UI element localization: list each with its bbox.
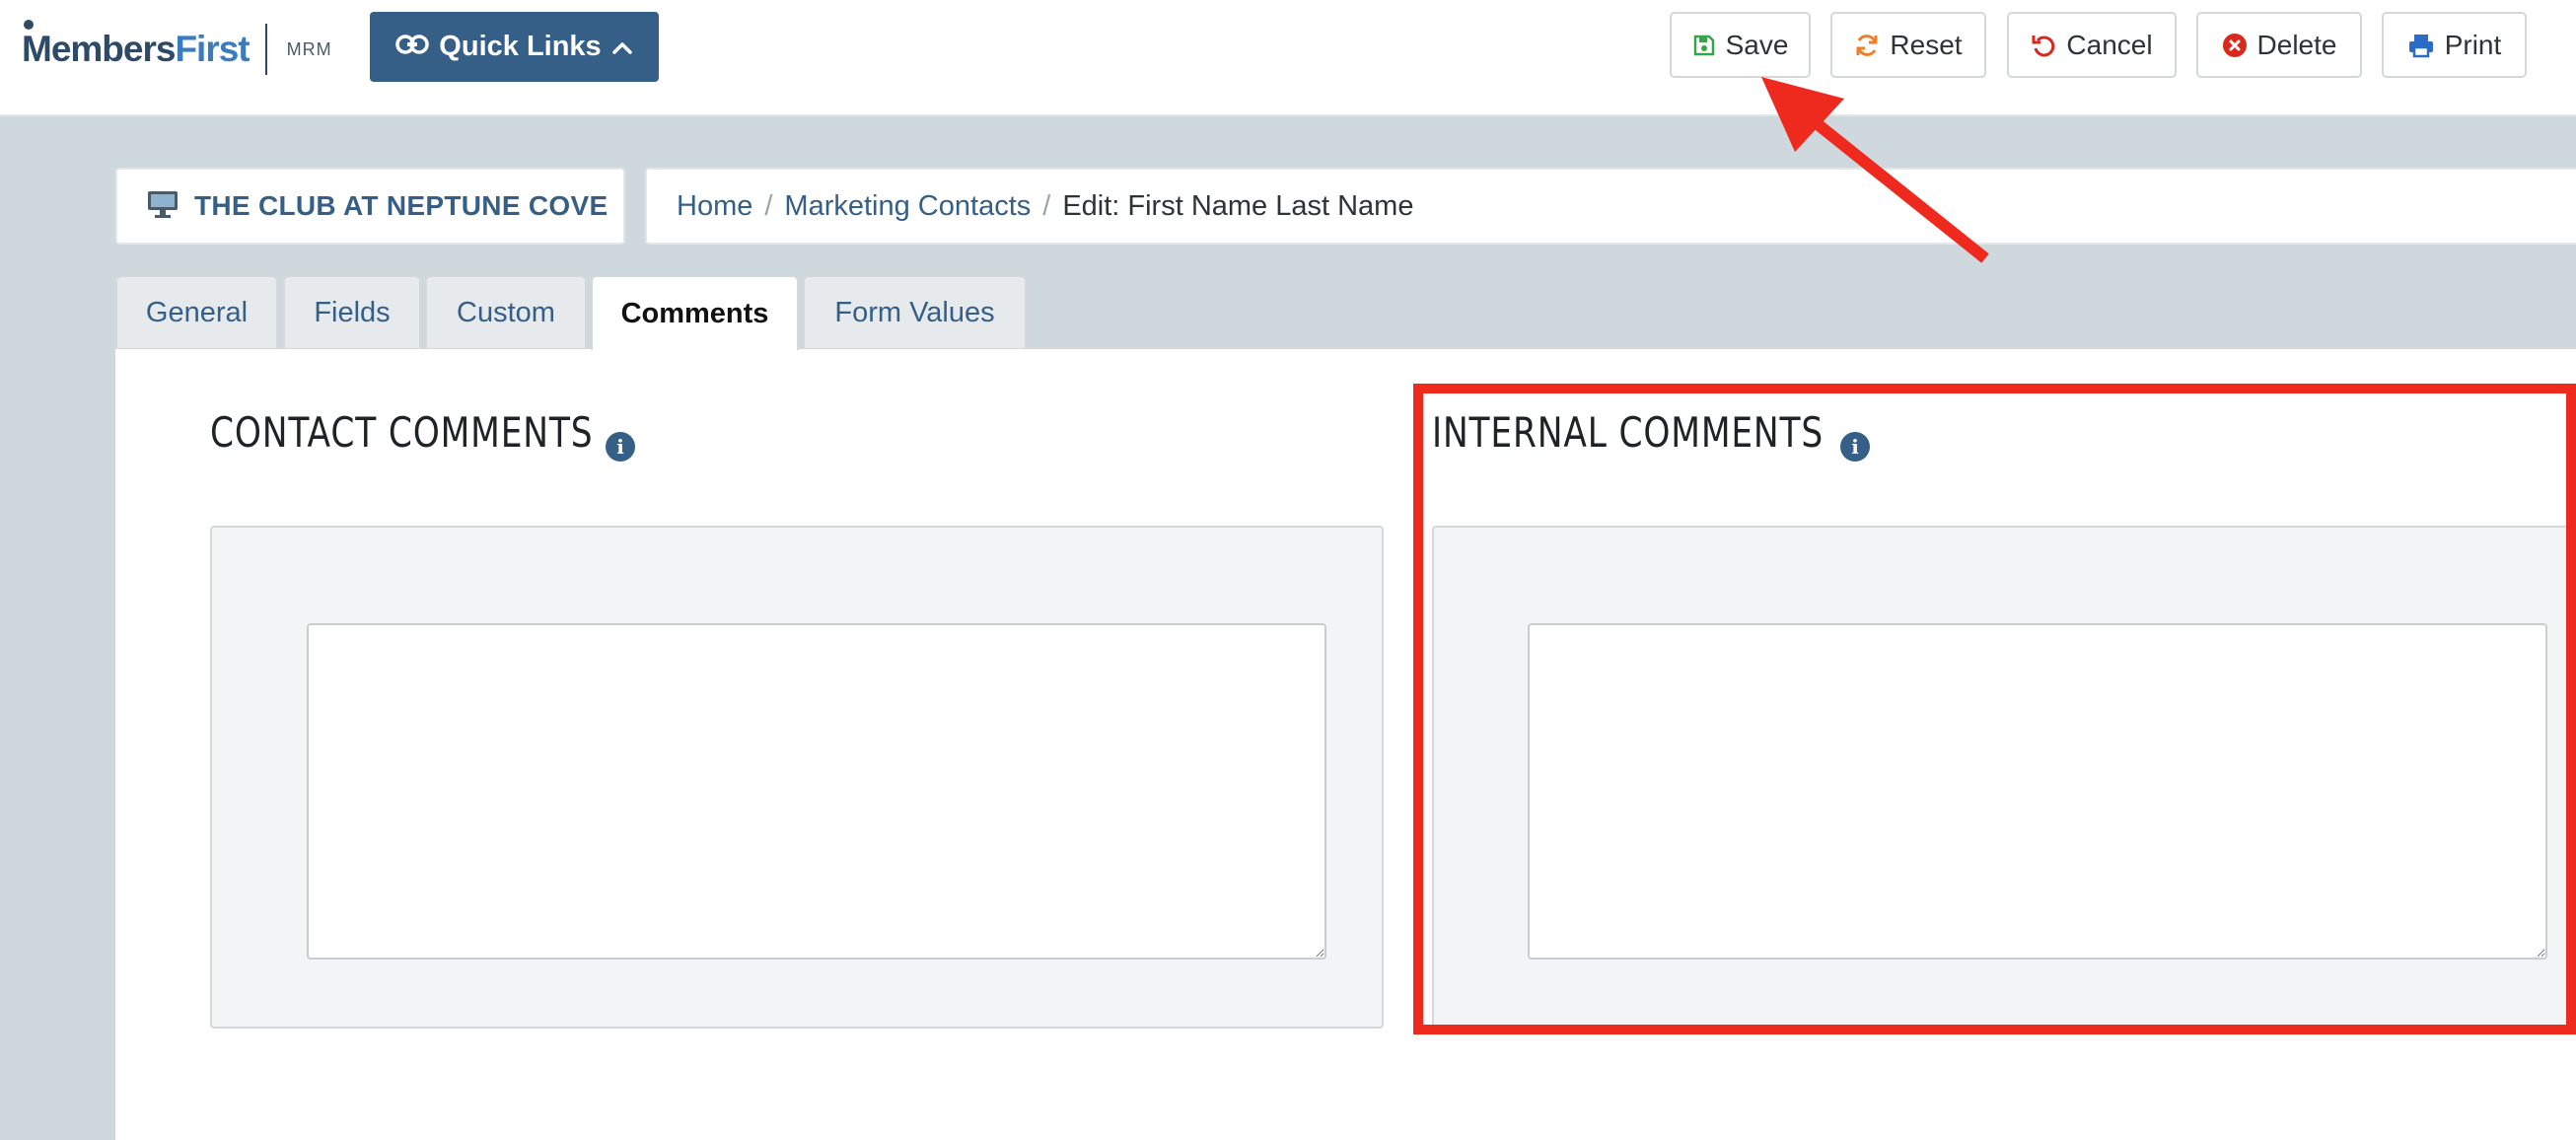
breadcrumb-home-link[interactable]: Home [677,190,752,223]
breadcrumb: Home / Marketing Contacts / Edit: First … [645,168,2576,245]
breadcrumb-separator: / [1042,189,1051,222]
reset-button[interactable]: Reset [1830,12,1986,78]
print-button[interactable]: Print [2382,12,2527,78]
internal-comments-textarea[interactable] [1528,623,2547,960]
logo-first-text: First [175,29,250,69]
breadcrumb-separator: / [764,189,773,222]
cancel-button-label: Cancel [2066,29,2153,60]
quick-links-label: Quick Links [439,31,602,62]
breadcrumb-current: Edit: First Name Last Name [1062,189,1414,222]
chevron-up-icon [611,31,633,63]
delete-icon [2222,33,2248,58]
tab-general[interactable]: General [115,275,278,348]
info-icon[interactable]: i [1840,432,1870,462]
delete-button-label: Delete [2256,29,2337,60]
contact-comments-title: CONTACT COMMENTS [210,408,594,457]
save-button-label: Save [1725,29,1789,60]
top-bar: Members First MRM Quick Links Save Reset … [0,0,2576,116]
reset-icon [1854,33,1880,58]
logo-dot [24,20,34,30]
quick-links-button[interactable]: Quick Links [370,12,659,82]
club-name: THE CLUB AT NEPTUNE COVE [194,190,608,221]
tab-custom[interactable]: Custom [425,275,587,348]
logo-divider [264,24,267,75]
save-icon [1692,34,1716,57]
undo-icon [2031,33,2056,58]
contact-comments-textarea[interactable] [307,623,1326,960]
logo-mrm-text: MRM [286,38,332,59]
tab-fields[interactable]: Fields [283,275,421,348]
print-icon [2407,33,2435,58]
print-button-label: Print [2444,29,2502,60]
membersfirst-logo[interactable]: Members First MRM [22,20,332,75]
logo-members-text: Members [22,29,176,69]
delete-button[interactable]: Delete [2196,12,2362,78]
info-icon[interactable]: i [606,432,635,462]
save-button[interactable]: Save [1670,12,1811,78]
link-icon [395,31,430,63]
internal-comments-title: INTERNAL COMMENTS [1432,408,1825,457]
tab-comments[interactable]: Comments [591,275,799,350]
breadcrumb-marketing-contacts-link[interactable]: Marketing Contacts [784,190,1031,223]
monitor-icon [147,189,179,224]
tab-form-values[interactable]: Form Values [803,275,1027,348]
cancel-button[interactable]: Cancel [2007,12,2177,78]
club-selector[interactable]: THE CLUB AT NEPTUNE COVE [115,168,625,245]
reset-button-label: Reset [1890,29,1963,60]
